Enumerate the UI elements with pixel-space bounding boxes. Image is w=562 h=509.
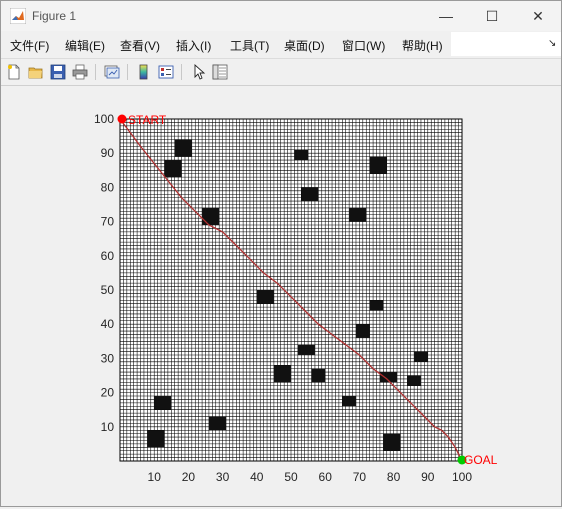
- figure-toolbar: [1, 58, 561, 86]
- x-tick-labels: 10 20 30 40 50 60 70 80 90 100: [148, 470, 473, 484]
- toolbar-separator: [127, 64, 128, 80]
- x-tick-label: 40: [250, 470, 264, 484]
- obstacle-block: [383, 433, 401, 451]
- y-tick-label: 80: [101, 180, 115, 194]
- obstacle-block: [349, 207, 367, 222]
- close-button[interactable]: ✕: [515, 1, 561, 31]
- obstacle-block: [154, 396, 172, 410]
- obstacle-block: [407, 375, 421, 386]
- obstacle-block: [301, 187, 319, 202]
- obstacle-block: [174, 139, 192, 157]
- obstacle-block: [311, 368, 326, 383]
- legend-icon[interactable]: [157, 63, 175, 81]
- menu-window[interactable]: 窗口(W): [342, 37, 385, 54]
- x-tick-label: 100: [452, 470, 472, 484]
- y-tick-label: 100: [94, 112, 114, 126]
- obstacle-block: [369, 300, 384, 311]
- obstacle-block: [369, 156, 387, 174]
- y-tick-label: 20: [101, 386, 115, 400]
- obstacle-block: [294, 149, 309, 161]
- menu-tools[interactable]: 工具(T): [230, 37, 269, 54]
- menu-bar: 文件(F) 编辑(E) 查看(V) 插入(I) 工具(T) 桌面(D) 窗口(W…: [1, 32, 561, 56]
- menu-desktop[interactable]: 桌面(D): [284, 37, 325, 54]
- x-tick-label: 80: [387, 470, 401, 484]
- start-label: START: [128, 113, 167, 127]
- y-tick-labels: 10 20 30 40 50 60 70 80 90 100: [94, 112, 114, 434]
- menu-edit[interactable]: 编辑(E): [65, 37, 105, 54]
- goal-label: GOAL: [464, 453, 498, 467]
- obstacle-block: [297, 344, 315, 355]
- obstacle-block: [147, 430, 165, 448]
- print-icon[interactable]: [71, 63, 89, 81]
- y-tick-label: 30: [101, 351, 115, 365]
- obstacle-block: [414, 351, 428, 362]
- new-figure-icon[interactable]: [5, 63, 23, 81]
- grid-plot[interactable]: 10 20 30 40 50 60 70 80 90 100 10 20 30 40 50 60 70 80 90…: [1, 86, 561, 506]
- x-tick-label: 10: [148, 470, 162, 484]
- figure-canvas[interactable]: 10 20 30 40 50 60 70 80 90 100 10 20 30 40 50 60 70 80 90…: [1, 86, 561, 506]
- start-marker: [117, 114, 127, 124]
- y-tick-label: 50: [101, 283, 115, 297]
- undock-arrow-icon[interactable]: ↘: [548, 38, 556, 49]
- y-tick-label: 60: [101, 249, 115, 263]
- colorbar-icon[interactable]: [135, 63, 153, 81]
- y-tick-label: 10: [101, 420, 115, 434]
- link-plot-icon[interactable]: [103, 63, 121, 81]
- menu-file[interactable]: 文件(F): [10, 37, 49, 54]
- x-tick-label: 70: [353, 470, 367, 484]
- save-icon[interactable]: [49, 63, 67, 81]
- edit-plot-icon[interactable]: [189, 63, 207, 81]
- title-bar[interactable]: Figure 1 — ☐ ✕: [1, 1, 561, 31]
- obstacle-block: [273, 365, 291, 383]
- obstacle-block: [355, 324, 370, 338]
- window-title: Figure 1: [32, 9, 77, 23]
- y-tick-label: 70: [101, 215, 115, 229]
- obstacle-block: [202, 207, 220, 226]
- y-tick-label: 40: [101, 317, 115, 331]
- obstacle-block: [342, 396, 356, 407]
- maximize-button[interactable]: ☐: [469, 1, 515, 31]
- x-tick-label: 60: [319, 470, 333, 484]
- menu-spacer: [451, 32, 561, 56]
- toolbar-separator: [95, 64, 96, 80]
- obstacle-block: [208, 416, 227, 431]
- menu-help[interactable]: 帮助(H): [402, 37, 443, 54]
- matlab-logo-icon: [10, 8, 26, 24]
- menu-insert[interactable]: 插入(I): [176, 37, 211, 54]
- x-tick-label: 30: [216, 470, 230, 484]
- x-tick-label: 50: [284, 470, 298, 484]
- open-icon[interactable]: [27, 63, 45, 81]
- x-tick-label: 90: [421, 470, 435, 484]
- x-tick-label: 20: [182, 470, 196, 484]
- obstacle-block: [164, 160, 182, 178]
- property-inspector-icon[interactable]: [211, 63, 229, 81]
- minimize-button[interactable]: —: [423, 1, 469, 31]
- menu-view[interactable]: 查看(V): [120, 37, 160, 54]
- y-tick-label: 90: [101, 146, 115, 160]
- obstacle-block: [256, 290, 274, 304]
- toolbar-separator: [181, 64, 182, 80]
- figure-window: Figure 1 — ☐ ✕ 文件(F) 编辑(E) 查看(V) 插入(I) 工…: [0, 0, 562, 507]
